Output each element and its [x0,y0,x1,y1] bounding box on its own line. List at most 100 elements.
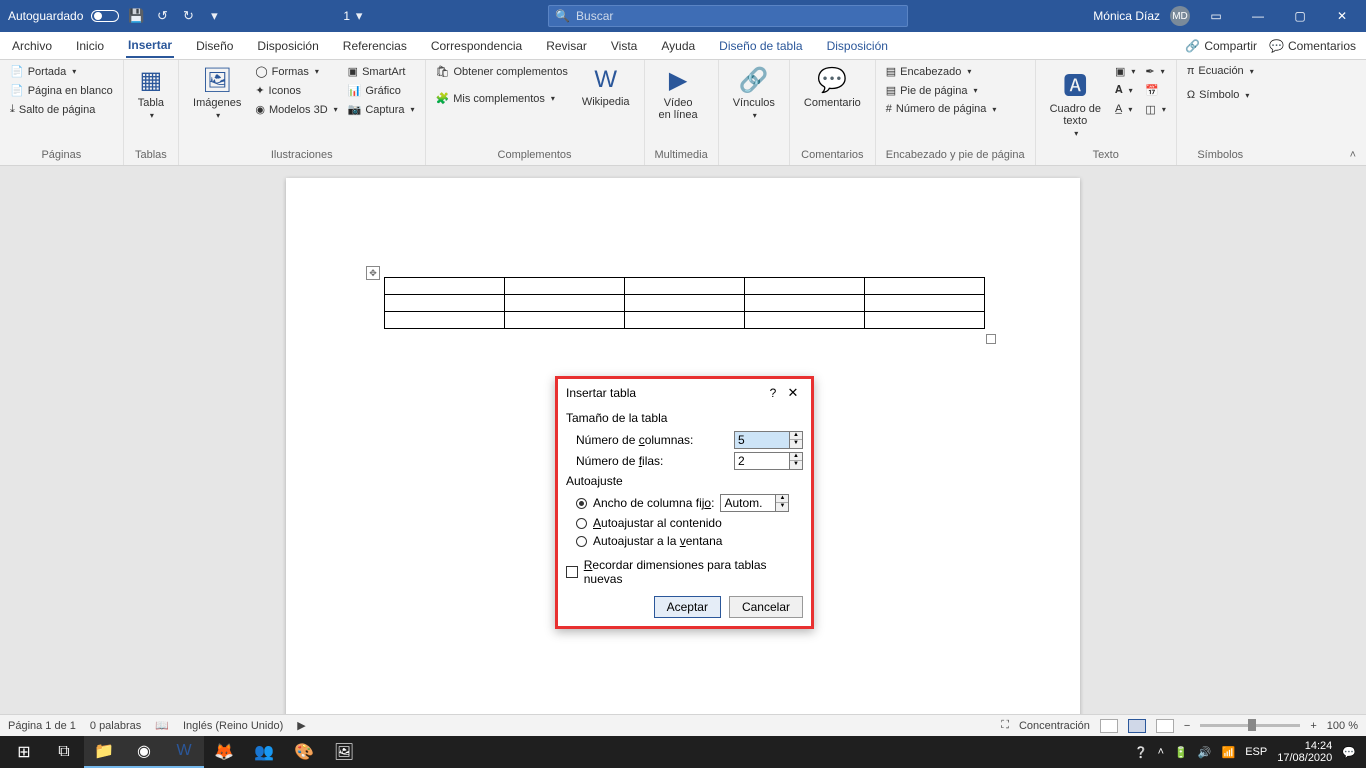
radio-fixed[interactable] [576,498,587,509]
rows-spinner[interactable]: ▲▼ [734,452,803,470]
tab-correspondencia[interactable]: Correspondencia [429,35,524,57]
vinculos-button[interactable]: 🔗Vínculos▾ [729,64,779,122]
signature-button[interactable]: ✒▾ [1145,64,1165,79]
status-words[interactable]: 0 palabras [90,720,141,732]
tab-disposicion2[interactable]: Disposición [825,35,890,57]
cols-up-icon[interactable]: ▲ [790,432,802,440]
cols-input[interactable] [734,431,790,449]
table-move-handle[interactable]: ✥ [366,266,380,280]
pie-button[interactable]: ▤ Pie de página▾ [886,83,997,98]
cancel-button[interactable]: Cancelar [729,596,803,618]
word-icon[interactable]: W [164,736,204,768]
tab-referencias[interactable]: Referencias [341,35,409,57]
collapse-ribbon-icon[interactable]: ˄ [1340,145,1366,165]
volume-icon[interactable]: 🔊 [1198,746,1212,759]
tray-chevron-icon[interactable]: ˄ [1158,746,1164,758]
user-avatar[interactable]: MD [1170,6,1190,26]
undo-icon[interactable]: ↺ [153,8,171,24]
remember-row[interactable]: Recordar dimensiones para tablas nuevas [566,558,803,586]
chrome-icon[interactable]: ◉ [124,736,164,768]
tab-diseno-tabla[interactable]: Diseño de tabla [717,35,804,57]
tab-insertar[interactable]: Insertar [126,34,174,58]
grafico-button[interactable]: 📊 Gráfico [348,83,415,98]
comentario-button[interactable]: 💬Comentario [800,64,865,111]
zoom-value[interactable]: 100 % [1327,720,1358,732]
ok-button[interactable]: Aceptar [654,596,721,618]
fixed-down-icon[interactable]: ▼ [776,503,788,511]
tab-disposicion[interactable]: Disposición [255,35,320,57]
radio-fitcontent[interactable] [576,518,587,529]
paint-icon[interactable]: 🎨 [284,736,324,768]
formas-button[interactable]: ◯ Formas▾ [255,64,337,79]
tab-diseno[interactable]: Diseño [194,35,235,57]
qat-more-icon[interactable]: ▾ [205,8,223,24]
tab-ayuda[interactable]: Ayuda [659,35,697,57]
rows-down-icon[interactable]: ▼ [790,461,802,469]
photos-icon[interactable]: 🖼 [324,736,364,768]
teams-icon[interactable]: 👥 [244,736,284,768]
cols-spinner[interactable]: ▲▼ [734,431,803,449]
tray-lang[interactable]: ESP [1245,746,1267,758]
save-icon[interactable]: 💾 [127,8,145,24]
redo-icon[interactable]: ↻ [179,8,197,24]
view-web-icon[interactable] [1156,719,1174,733]
ribbon-display-icon[interactable]: ▭ [1200,9,1232,23]
portada-button[interactable]: 📄 Portada▾ [10,64,113,79]
pagina-blanco-button[interactable]: 📄 Página en blanco [10,83,113,98]
obtener-complementos-button[interactable]: 🛍 Obtener complementos [436,64,568,79]
captura-button[interactable]: 📷 Captura▾ [348,102,415,117]
radio-fixed-row[interactable]: Ancho de columna fijo: ▲▼ [576,494,803,512]
ecuacion-button[interactable]: π Ecuación▾ [1187,64,1254,78]
cols-down-icon[interactable]: ▼ [790,440,802,448]
rows-up-icon[interactable]: ▲ [790,453,802,461]
macro-icon[interactable]: ▶ [297,719,305,732]
maximize-icon[interactable]: ▢ [1284,9,1316,23]
datetime-button[interactable]: 📅 [1145,83,1165,98]
status-lang[interactable]: Inglés (Reino Unido) [183,720,283,732]
dropcap-button[interactable]: A̲▾ [1115,102,1135,116]
tab-vista[interactable]: Vista [609,35,639,57]
taskview-icon[interactable]: ⧉ [44,736,84,768]
comments-button[interactable]: 💬 Comentarios [1269,39,1356,53]
fixed-up-icon[interactable]: ▲ [776,495,788,503]
table-resize-handle[interactable] [986,334,996,344]
firefox-icon[interactable]: 🦊 [204,736,244,768]
explorer-icon[interactable]: 📁 [84,736,124,768]
share-button[interactable]: 🔗 Compartir [1185,39,1257,53]
doc-dropdown-icon[interactable]: ▾ [350,8,368,24]
radio-fitwindow[interactable] [576,536,587,547]
tabla-button[interactable]: ▦Tabla▾ [134,64,168,122]
iconos-button[interactable]: ✦ Iconos [255,83,337,98]
minimize-icon[interactable]: — [1242,9,1274,23]
tab-archivo[interactable]: Archivo [10,35,54,57]
wikipedia-button[interactable]: WWikipedia [578,64,634,110]
salto-pagina-button[interactable]: ⤓ Salto de página [10,102,113,117]
status-focus[interactable]: Concentración [1019,720,1090,732]
zoom-slider[interactable] [1200,724,1300,727]
imagenes-button[interactable]: 🖼Imágenes▾ [189,64,245,122]
zoom-in-icon[interactable]: + [1310,720,1316,732]
autosave-toggle[interactable] [91,10,119,22]
spellcheck-icon[interactable]: 📖 [155,719,169,732]
close-icon[interactable]: ✕ [1326,9,1358,23]
tray-clock[interactable]: 14:24 17/08/2020 [1277,740,1332,764]
quickparts-button[interactable]: ▣▾ [1115,64,1135,79]
document-table[interactable] [384,277,985,329]
dialog-help-icon[interactable]: ? [763,386,783,400]
help-tray-icon[interactable]: ❔ [1134,746,1148,759]
battery-icon[interactable]: 🔋 [1174,746,1188,759]
fixed-spinner[interactable]: ▲▼ [720,494,789,512]
notifications-icon[interactable]: 💬 [1342,746,1356,759]
start-button[interactable]: ⊞ [4,736,44,768]
mis-complementos-button[interactable]: 🧩 Mis complementos▾ [436,91,568,106]
modelos3d-button[interactable]: ◉ Modelos 3D▾ [255,102,337,117]
focus-icon[interactable]: ⛶ [1001,719,1009,732]
search-box[interactable]: 🔍 Buscar [548,5,908,27]
radio-fitwindow-row[interactable]: Autoajustar a la ventana [576,534,803,548]
video-button[interactable]: ▶Vídeo en línea [655,64,702,123]
dialog-close-icon[interactable]: ✕ [783,385,803,401]
fixed-input[interactable] [720,494,776,512]
remember-checkbox[interactable] [566,566,578,578]
wordart-button[interactable]: 𝐀▾ [1115,83,1135,98]
cuadro-texto-button[interactable]: 🅰Cuadro de texto▾ [1046,64,1105,140]
